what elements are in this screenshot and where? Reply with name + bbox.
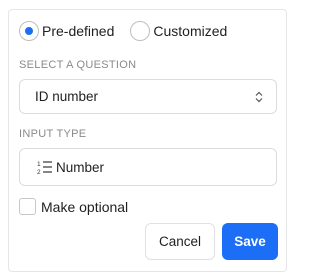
customized-option[interactable]: Customized bbox=[130, 21, 227, 41]
input-type-field[interactable]: 1 2 Number bbox=[19, 148, 277, 186]
customized-label: Customized bbox=[153, 23, 228, 39]
select-question-label: SELECT A QUESTION bbox=[19, 59, 137, 71]
svg-text:2: 2 bbox=[37, 169, 41, 175]
customized-radio[interactable] bbox=[130, 21, 151, 41]
numbered-list-icon: 1 2 bbox=[37, 159, 53, 176]
sort-arrows-icon bbox=[253, 91, 265, 103]
make-optional-label: Make optional bbox=[41, 198, 129, 215]
question-select-value: ID number bbox=[35, 89, 99, 104]
cancel-button[interactable]: Cancel bbox=[145, 223, 215, 260]
input-type-value: Number bbox=[56, 159, 105, 175]
predefined-label: Pre-defined bbox=[42, 23, 115, 39]
save-button[interactable]: Save bbox=[222, 223, 278, 260]
make-optional-checkbox[interactable] bbox=[19, 198, 36, 215]
svg-text:1: 1 bbox=[37, 161, 41, 168]
predefined-radio[interactable] bbox=[19, 21, 39, 41]
predefined-option[interactable]: Pre-defined bbox=[19, 21, 114, 41]
make-optional-row[interactable]: Make optional bbox=[19, 198, 128, 215]
question-source-radio-group: Pre-defined Customized bbox=[19, 21, 227, 41]
question-config-panel: Pre-defined Customized SELECT A QUESTION… bbox=[8, 9, 287, 272]
input-type-label: INPUT TYPE bbox=[19, 128, 87, 140]
question-select[interactable]: ID number bbox=[19, 79, 277, 114]
